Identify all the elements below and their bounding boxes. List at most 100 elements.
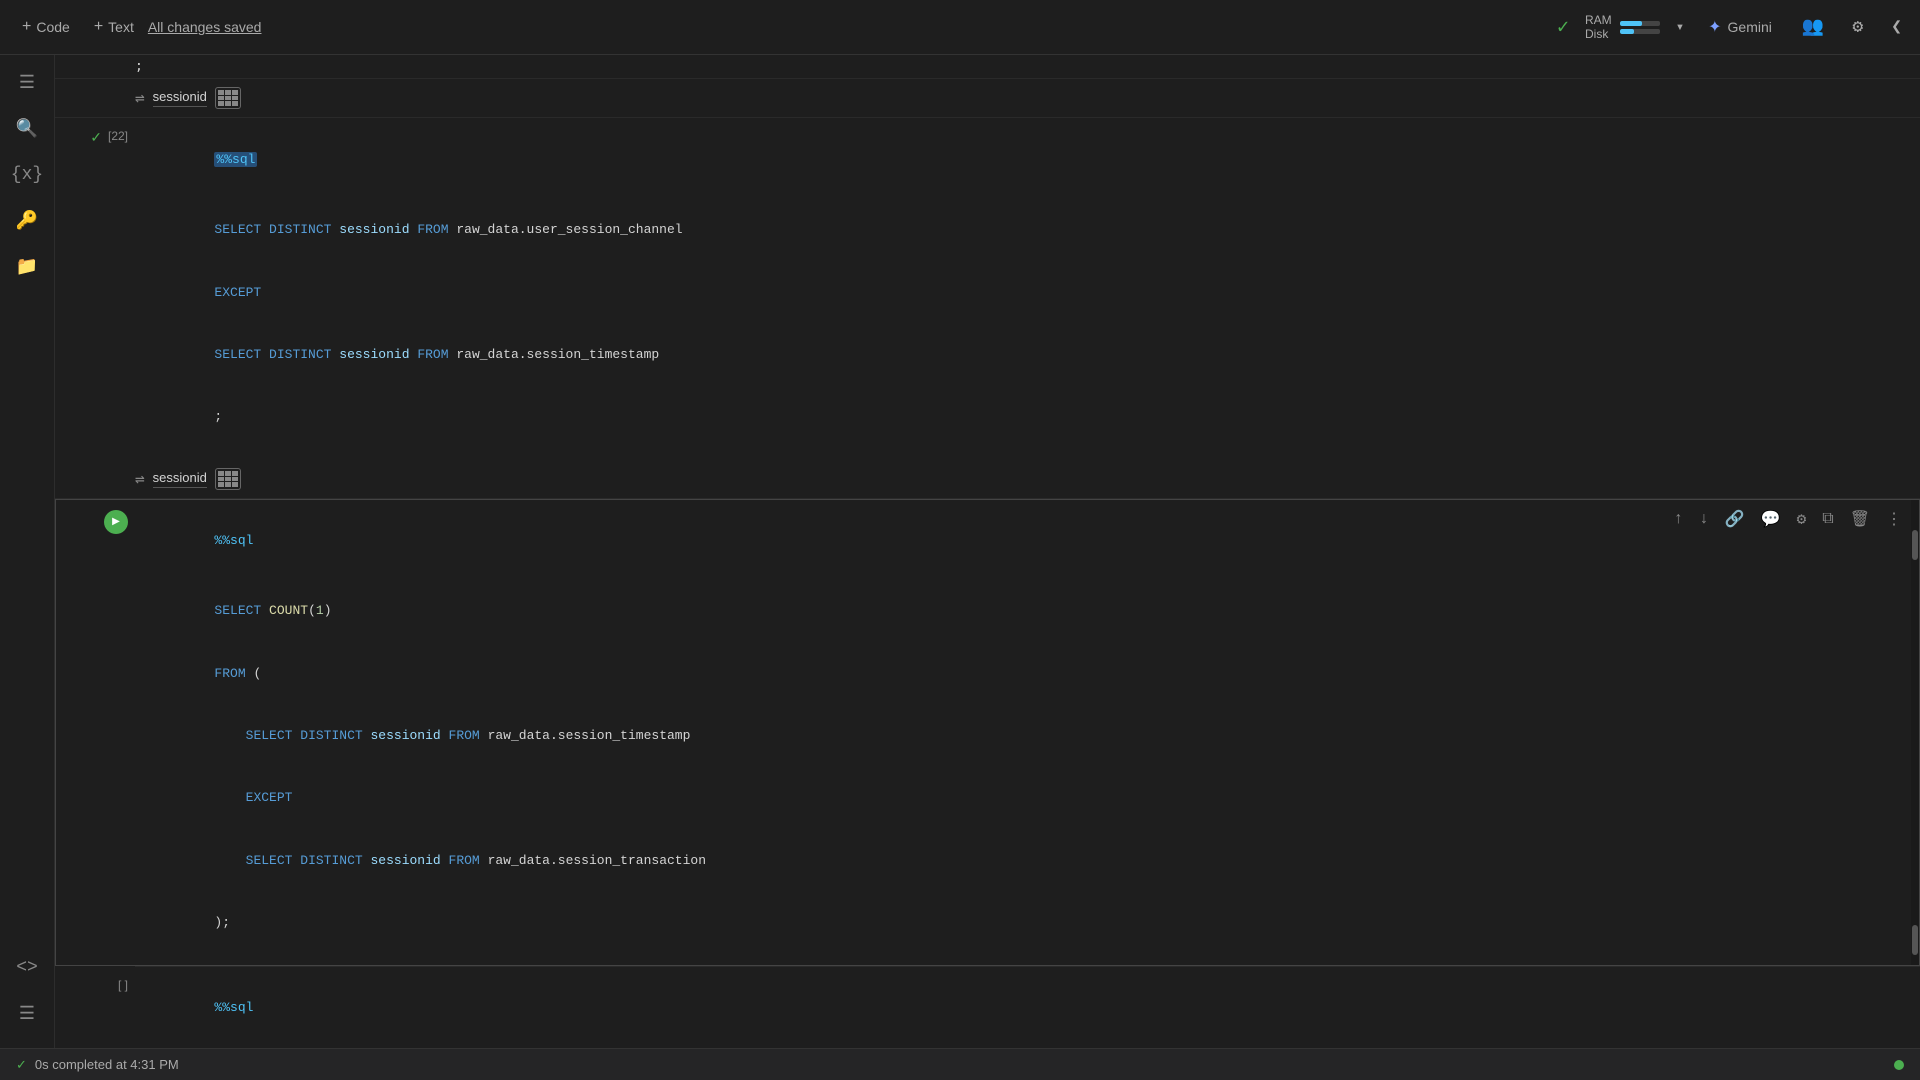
cell-body-active[interactable]: %%sql SELECT COUNT(1) FROM ( SELECT DIST… (136, 500, 1919, 965)
gemini-label: Gemini (1728, 19, 1772, 35)
collapse-icon[interactable]: ❮ (1885, 10, 1908, 44)
gemini-button[interactable]: ✦ Gemini (1700, 13, 1780, 41)
active-line-4: EXCEPT (152, 768, 1903, 830)
sidebar-menu-icon[interactable]: ☰ (7, 63, 47, 103)
move-down-button[interactable]: ↓ (1694, 507, 1714, 531)
settings-icon[interactable]: ⚙ (1846, 10, 1869, 44)
plus-icon-text: + (94, 18, 103, 36)
save-status[interactable]: All changes saved (148, 19, 262, 35)
cell-gutter-22: ✓ [22] (56, 119, 136, 459)
tbl-cell (232, 96, 238, 101)
active-line-1: SELECT COUNT(1) (152, 580, 1903, 642)
ram-bar-fill (1620, 21, 1642, 26)
tbl-cell (232, 477, 238, 482)
run-button[interactable]: ▶ (104, 510, 128, 534)
code-cell-22: ✓ [22] %%sql SELECT DISTINCT sessionid F… (55, 118, 1920, 460)
delete-cell-button[interactable]: 🗑 (1845, 506, 1875, 532)
cell-scrollbar-thumb-2 (1912, 925, 1918, 955)
tbl-cell (218, 96, 224, 101)
tbl-cell (225, 96, 231, 101)
toolbar-left: + Code + Text All changes saved (12, 12, 261, 42)
magic-line-empty: %%sql (152, 978, 1903, 1040)
code-line-22-4: ; (152, 387, 1903, 449)
tbl-cell (218, 471, 224, 476)
active-line-3: SELECT DISTINCT sessionid FROM raw_data.… (152, 705, 1903, 767)
active-line-6: ); (152, 892, 1903, 954)
disk-bar-fill (1620, 29, 1634, 34)
sidebar-variables-icon[interactable]: {x} (7, 155, 47, 195)
left-sidebar: ☰ 🔍 {x} 🔑 📁 <> ☰ ⬛ (0, 55, 55, 1080)
cell-above-partial: ; (55, 55, 1920, 79)
sidebar-key-icon[interactable]: 🔑 (7, 201, 47, 241)
transfer-icon-2[interactable]: ⇌ (135, 469, 145, 489)
sidebar-folder-icon[interactable]: 📁 (7, 247, 47, 287)
ram-disk-labels: RAM Disk (1585, 13, 1612, 41)
output-area-1: ⇌ sessionid (55, 79, 1920, 118)
sidebar-search-icon[interactable]: 🔍 (7, 109, 47, 149)
resource-dropdown[interactable]: ▾ (1676, 19, 1684, 36)
tbl-cell (218, 482, 224, 487)
code-cell-active: ↑ ↓ 🔗 💬 ⚙ ⧉ 🗑 ⋮ ▶ %%sql SELECT COUNT(1) … (55, 499, 1920, 966)
tbl-cell (232, 101, 238, 106)
status-text: 0s completed at 4:31 PM (35, 1057, 179, 1072)
semicolon-above: ; (135, 59, 143, 74)
cell-scrollbar-thumb (1912, 530, 1918, 560)
disk-label: Disk (1585, 27, 1612, 41)
transfer-icon-1[interactable]: ⇌ (135, 88, 145, 108)
tbl-cell (232, 471, 238, 476)
col-name-1: sessionid (153, 89, 207, 107)
table-view-icon-1[interactable] (215, 87, 241, 109)
copy-cell-button[interactable]: ⧉ (1817, 507, 1838, 531)
cell-toolbar: ↑ ↓ 🔗 💬 ⚙ ⧉ 🗑 ⋮ (1669, 506, 1907, 532)
ram-label: RAM (1585, 13, 1612, 27)
cell-number-empty: [ ] (118, 978, 128, 992)
cell-settings-button[interactable]: ⚙ (1792, 506, 1812, 532)
code-line-22-2: EXCEPT (152, 262, 1903, 324)
cell-body-22[interactable]: %%sql SELECT DISTINCT sessionid FROM raw… (136, 119, 1919, 459)
magic-line-active: %%sql (152, 510, 1903, 572)
tbl-cell (225, 471, 231, 476)
disk-bar-bg (1620, 29, 1660, 34)
magic-cmd-active: %%sql (214, 533, 253, 548)
output-area-2: ⇌ sessionid (55, 460, 1920, 499)
tbl-cell (232, 482, 238, 487)
table-view-icon-2[interactable] (215, 468, 241, 490)
gemini-star-icon: ✦ (1708, 17, 1721, 37)
comment-button[interactable]: 💬 (1756, 506, 1786, 532)
output-controls-1: ⇌ sessionid (135, 87, 241, 109)
ram-bars (1620, 21, 1660, 34)
status-check-icon: ✓ (16, 1057, 27, 1073)
plus-icon: + (22, 18, 31, 36)
add-text-button[interactable]: + Text (84, 12, 144, 42)
output-controls-2: ⇌ sessionid (135, 468, 241, 490)
sidebar-code-icon[interactable]: <> (7, 948, 47, 988)
status-dot (1894, 1060, 1904, 1070)
check-icon: ✓ (1557, 14, 1569, 40)
executed-check-icon: ✓ (90, 129, 102, 146)
link-button[interactable]: 🔗 (1720, 506, 1750, 532)
ram-disk-indicator: RAM Disk (1585, 13, 1660, 41)
active-line-5: SELECT DISTINCT sessionid FROM raw_data.… (152, 830, 1903, 892)
tbl-cell (225, 101, 231, 106)
main-content: ; ⇌ sessionid ✓ [22] (55, 55, 1920, 1080)
add-code-button[interactable]: + Code (12, 12, 80, 42)
sidebar-list-icon[interactable]: ☰ (7, 994, 47, 1034)
tbl-cell (225, 482, 231, 487)
cell-scrollbar[interactable] (1911, 500, 1919, 965)
tbl-cell (218, 477, 224, 482)
col-name-2: sessionid (153, 470, 207, 488)
add-text-label: Text (108, 19, 134, 35)
tbl-cell (225, 90, 231, 95)
add-code-label: Code (36, 19, 69, 35)
tbl-cell (218, 90, 224, 95)
status-bar: ✓ 0s completed at 4:31 PM (0, 1048, 1920, 1080)
more-options-button[interactable]: ⋮ (1881, 506, 1907, 532)
users-icon[interactable]: 👥 (1796, 10, 1830, 44)
tbl-cell (232, 90, 238, 95)
active-line-2: FROM ( (152, 643, 1903, 705)
move-up-button[interactable]: ↑ (1669, 507, 1689, 531)
tbl-cell (218, 101, 224, 106)
cell-gutter-active: ▶ (56, 500, 136, 965)
magic-cmd-empty: %%sql (214, 1000, 253, 1015)
code-line-22-1: SELECT DISTINCT sessionid FROM raw_data.… (152, 199, 1903, 261)
